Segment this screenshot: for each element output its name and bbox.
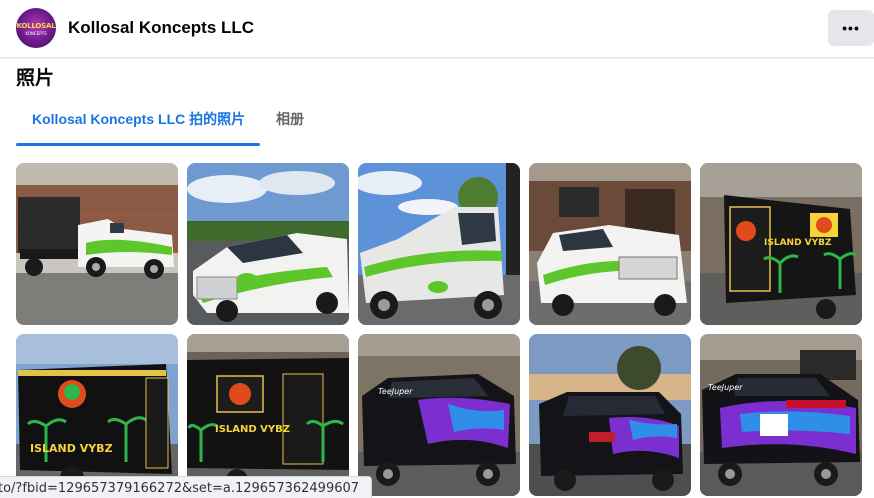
photo-thumbnail-6[interactable]: ISLAND VYBZ bbox=[16, 334, 178, 496]
svg-text:TeeJuper: TeeJuper bbox=[708, 383, 743, 392]
tab-albums[interactable]: 相册 bbox=[276, 109, 304, 129]
photo-thumbnail-4[interactable] bbox=[529, 163, 691, 325]
photo-thumbnail-2[interactable] bbox=[187, 163, 349, 325]
page-header: KOLLOSAL KONCEPTS Kollosal Koncepts LLC … bbox=[0, 0, 874, 58]
photos-section: 照片 Kollosal Koncepts LLC 拍的照片 相册 ISLAND … bbox=[0, 59, 874, 498]
svg-text:TeeJuper: TeeJuper bbox=[378, 387, 413, 396]
page-avatar[interactable]: KOLLOSAL KONCEPTS bbox=[16, 8, 56, 48]
photo-thumbnail-8[interactable]: TeeJuper bbox=[358, 334, 520, 496]
status-url-text: to/?fbid=129657379166272&set=a.129657362… bbox=[0, 481, 360, 496]
photo-thumbnail-5[interactable]: ISLAND VYBZ bbox=[700, 163, 862, 325]
trailer-brand-text: ISLAND VYBZ bbox=[215, 424, 290, 435]
avatar-logo-text: KOLLOSAL bbox=[16, 22, 56, 30]
section-title: 照片 bbox=[16, 67, 55, 89]
photo-grid: ISLAND VYBZ ISLAND VYBZ ISLAND VYBZ TeeJ… bbox=[16, 163, 862, 498]
more-options-button[interactable]: ••• bbox=[828, 10, 874, 46]
trailer-brand-text: ISLAND VYBZ bbox=[764, 238, 832, 248]
active-tab-indicator bbox=[16, 143, 260, 146]
more-dots-icon: ••• bbox=[842, 20, 860, 36]
trailer-brand-text: ISLAND VYBZ bbox=[30, 442, 113, 455]
photo-thumbnail-3[interactable] bbox=[358, 163, 520, 325]
photo-thumbnail-10[interactable]: TeeJuper bbox=[700, 334, 862, 496]
photo-thumbnail-7[interactable]: ISLAND VYBZ bbox=[187, 334, 349, 496]
tab-page-photos[interactable]: Kollosal Koncepts LLC 拍的照片 bbox=[32, 109, 245, 129]
page-name[interactable]: Kollosal Koncepts LLC bbox=[68, 18, 254, 38]
status-bar-url: to/?fbid=129657379166272&set=a.129657362… bbox=[0, 476, 373, 498]
photo-thumbnail-9[interactable] bbox=[529, 334, 691, 496]
avatar-logo-subtext: KONCEPTS bbox=[25, 31, 47, 36]
photo-thumbnail-1[interactable] bbox=[16, 163, 178, 325]
